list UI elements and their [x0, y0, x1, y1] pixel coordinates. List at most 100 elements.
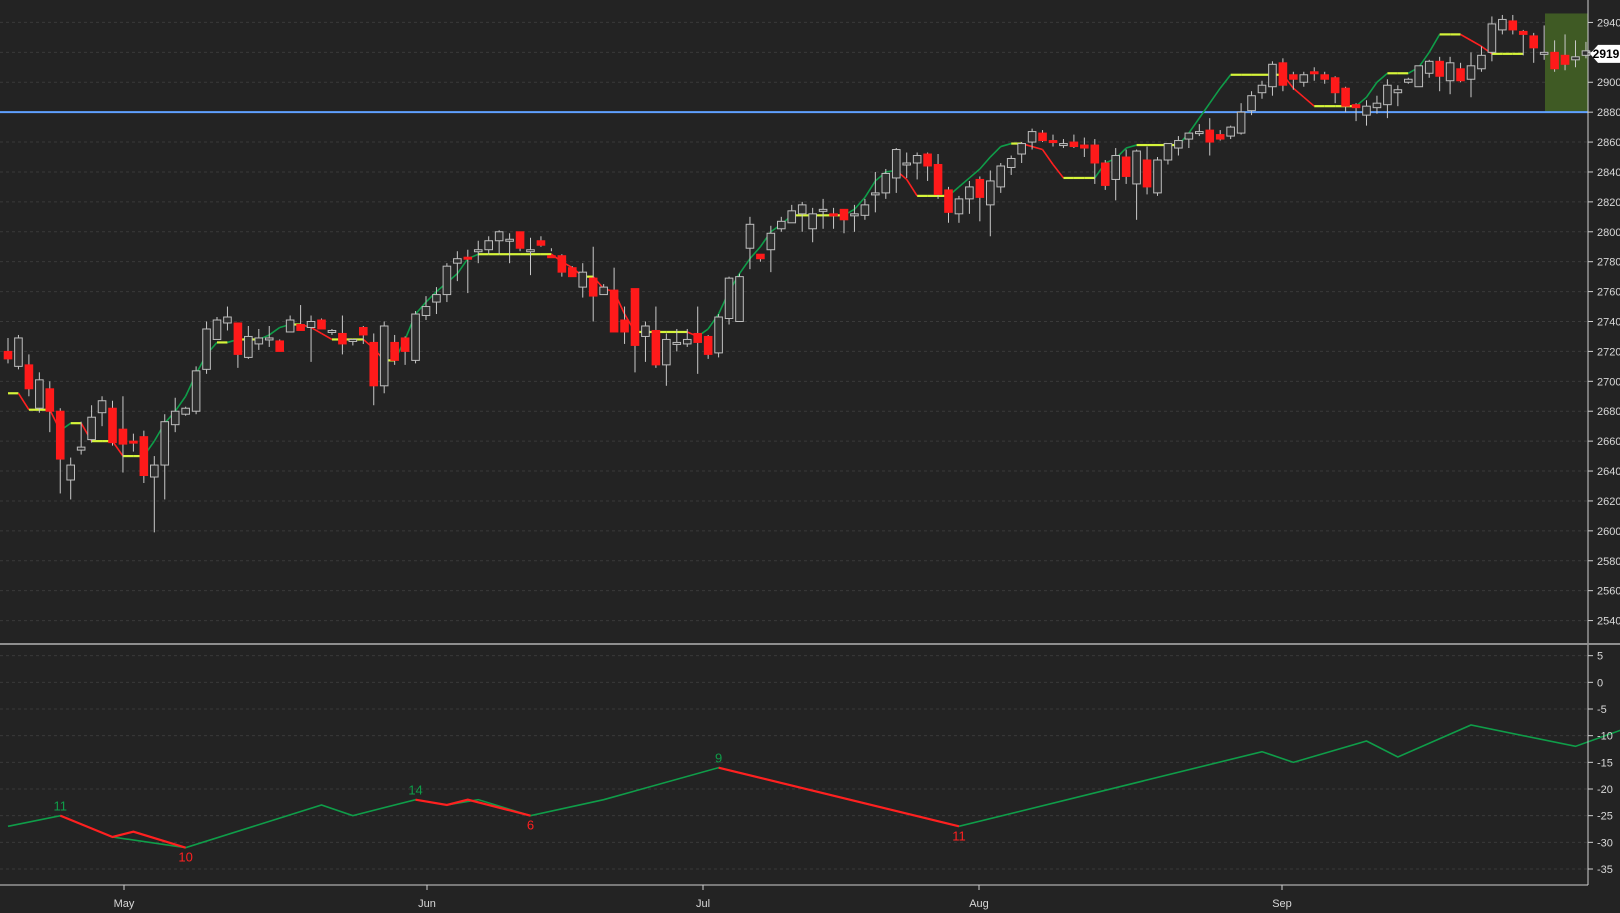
month-label: May — [114, 898, 135, 910]
candle-down — [1038, 132, 1047, 142]
month-label: Jun — [418, 898, 436, 910]
candle-up — [777, 220, 786, 230]
candle-up — [912, 155, 922, 164]
candle-down — [568, 267, 577, 278]
candle-down — [536, 240, 546, 246]
candle-up — [1132, 150, 1141, 185]
candle-down — [515, 231, 525, 249]
candle-down — [756, 253, 765, 260]
candle-up — [1362, 105, 1371, 116]
candle-up — [76, 446, 86, 451]
candle-down — [547, 255, 556, 259]
candle-up — [599, 286, 608, 296]
price-tick-label: 2940 — [1597, 17, 1620, 29]
candle-down — [129, 440, 138, 444]
indicator-tick-label: -35 — [1597, 864, 1613, 876]
candle-down — [338, 332, 347, 345]
candle-down — [1508, 20, 1518, 31]
candle-up — [1163, 143, 1173, 161]
candle-up — [244, 335, 253, 358]
price-tick-label: 2600 — [1597, 526, 1620, 538]
current-price-tag: 2919 — [1590, 44, 1620, 63]
candle-up — [1174, 140, 1183, 149]
price-tick-label: 2720 — [1597, 346, 1620, 358]
price-tick-label: 2560 — [1597, 586, 1620, 598]
candle-down — [620, 319, 629, 333]
price-tick-label: 2680 — [1597, 406, 1620, 418]
indicator-tick-label: -30 — [1597, 837, 1613, 849]
price-tick-label: 2540 — [1597, 616, 1620, 628]
candle-up — [1466, 65, 1476, 80]
candle-up — [432, 294, 441, 303]
candle-up — [181, 407, 190, 415]
candle-down — [1560, 54, 1570, 65]
candle-up — [1268, 63, 1277, 88]
candle-up — [1195, 131, 1204, 135]
swing-count-label: 6 — [527, 818, 534, 833]
candle-up — [1111, 155, 1121, 180]
candle-up — [672, 341, 682, 345]
candle-up — [494, 231, 504, 242]
candle-down — [630, 288, 640, 346]
candle-up — [1581, 50, 1591, 56]
candle-down — [1048, 140, 1058, 144]
candle-up — [526, 249, 535, 253]
candle-up — [808, 213, 817, 230]
candle-down — [1100, 162, 1110, 186]
candle-down — [390, 341, 399, 361]
candle-down — [1351, 104, 1361, 109]
current-price-label: 2919 — [1593, 47, 1620, 61]
candle-down — [233, 322, 243, 355]
candle-down — [975, 178, 985, 198]
stock-chart[interactable]: 2940292029002880286028402820280027802760… — [0, 0, 1620, 913]
swing-count-label: 9 — [715, 751, 722, 766]
candle-up — [735, 276, 744, 322]
candle-down — [1142, 159, 1152, 188]
candle-up — [1017, 143, 1026, 155]
candle-up — [1477, 54, 1486, 70]
candle-down — [296, 323, 305, 331]
candle-down — [693, 332, 703, 343]
candle-down — [933, 163, 943, 195]
candle-up — [1539, 51, 1549, 55]
candle-up — [66, 464, 76, 481]
candle-up — [97, 400, 107, 414]
indicator-tick-label: 5 — [1597, 651, 1603, 663]
candle-up — [1027, 131, 1037, 143]
price-tick-label: 2800 — [1597, 227, 1620, 239]
candle-down — [108, 407, 117, 444]
candle-up — [421, 306, 431, 317]
candle-up — [1414, 65, 1424, 88]
candle-up — [1487, 23, 1497, 53]
candle-up — [327, 329, 337, 333]
candle-down — [463, 256, 473, 260]
price-tick-label: 2820 — [1597, 197, 1620, 209]
candle-up — [891, 149, 901, 179]
candle-up — [35, 379, 44, 409]
candle-up — [682, 338, 692, 345]
candle-down — [1320, 74, 1330, 80]
candle-down — [1550, 51, 1559, 70]
price-tick-label: 2780 — [1597, 257, 1620, 269]
candle-up — [14, 337, 23, 367]
month-label: Sep — [1272, 898, 1292, 910]
candle-up — [1006, 158, 1016, 168]
price-tick-label: 2700 — [1597, 376, 1620, 388]
candle-up — [1184, 132, 1194, 140]
candle-up — [1393, 89, 1403, 94]
candle-down — [275, 340, 284, 352]
candle-down — [1278, 62, 1288, 86]
price-tick-label: 2580 — [1597, 556, 1620, 568]
candle-down — [829, 213, 838, 217]
month-label: Aug — [969, 898, 989, 910]
swing-count-label: 10 — [178, 850, 192, 865]
candle-up — [285, 319, 295, 333]
candle-down — [1215, 134, 1225, 140]
candle-down — [24, 364, 34, 390]
candle-up — [1257, 84, 1267, 94]
candle-down — [139, 436, 149, 477]
candle-down — [317, 319, 326, 330]
candle-up — [724, 277, 734, 320]
candle-up — [264, 337, 274, 341]
candle-up — [87, 416, 96, 441]
